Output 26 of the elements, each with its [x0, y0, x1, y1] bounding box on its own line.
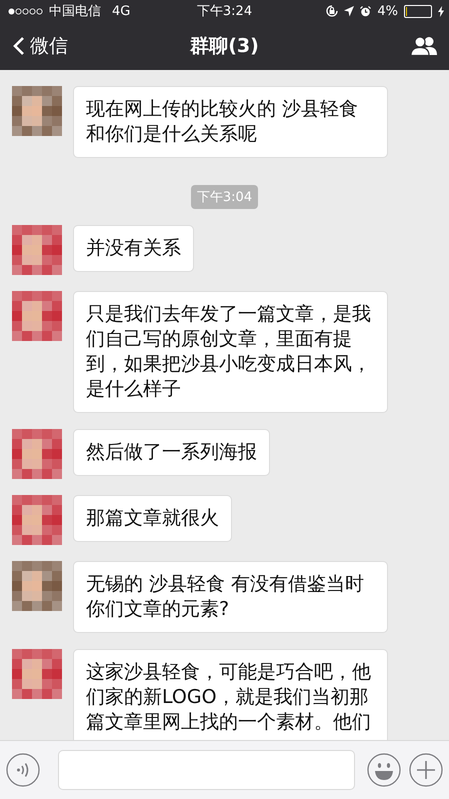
message-bubble: 并没有关系: [73, 225, 194, 272]
rotation-lock-icon: [326, 5, 338, 17]
message-bubble: 那篇文章就很火: [73, 495, 232, 542]
battery-icon: [404, 4, 432, 18]
group-members-icon[interactable]: [410, 36, 438, 56]
carrier-name: 中国电信: [49, 3, 101, 20]
emoji-icon[interactable]: [367, 753, 401, 787]
location-icon: [344, 6, 354, 16]
message-bubble: 无锡的 沙县轻食 有没有借鉴当时你们文章的元素?: [73, 561, 388, 633]
status-time: 下午3:24: [196, 3, 252, 20]
message-bubble: 这家沙县轻食，可能是巧合吧，他们家的新LOGO，就是我们当初那篇文章里网上找的一个素材。他们: [73, 649, 388, 740]
voice-icon[interactable]: [6, 753, 40, 787]
battery-percent: 4%: [377, 4, 398, 18]
network-type: 4G: [112, 4, 130, 18]
message-bubble: 然后做了一系列海报: [73, 429, 270, 476]
timestamp-label: 下午3:04: [190, 185, 258, 209]
back-chevron-icon: [13, 36, 25, 56]
chat-title: 群聊(3): [190, 34, 259, 59]
message-bubble: 现在网上传的比较火的 沙县轻食和你们是什么关系呢: [73, 86, 388, 158]
back-button[interactable]: 微信: [13, 33, 68, 59]
signal-icon: [8, 8, 44, 14]
message-input[interactable]: [58, 750, 355, 790]
message-bubble: 只是我们去年发了一篇文章，是我们自己写的原创文章，里面有提到，如果把沙县小吃变成日本风，是什么样子: [73, 291, 388, 413]
alarm-icon: [360, 6, 372, 16]
plus-icon[interactable]: [409, 753, 443, 787]
charging-icon: [438, 6, 444, 16]
